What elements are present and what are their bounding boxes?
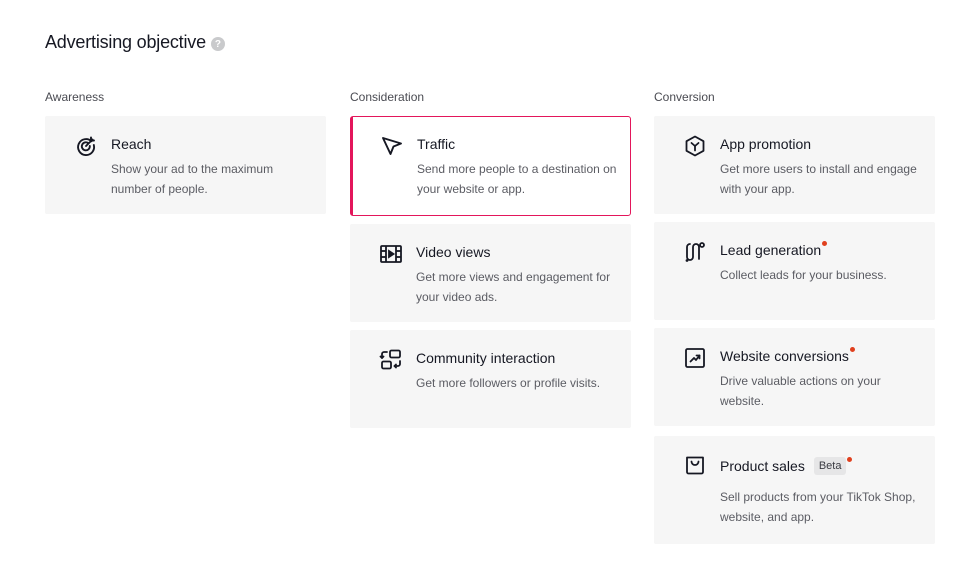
new-indicator-dot: [822, 240, 828, 246]
objective-card-website-conversions[interactable]: Website conversions Drive valuable actio…: [654, 328, 935, 426]
lead-path-icon: [683, 240, 707, 264]
card-description: Get more users to install and engage wit…: [720, 162, 917, 196]
card-title: Product sales Beta: [720, 456, 853, 475]
objective-card-lead-generation[interactable]: Lead generation Collect leads for your b…: [654, 222, 935, 320]
card-description: Show your ad to the maximum number of pe…: [111, 162, 274, 196]
card-title: Lead generation: [720, 240, 828, 258]
video-film-icon: [379, 242, 403, 266]
new-indicator-dot: [849, 346, 855, 352]
card-title: Reach: [111, 136, 152, 152]
card-description: Get more followers or profile visits.: [416, 376, 601, 390]
card-description: Drive valuable actions on your website.: [720, 374, 881, 408]
card-title: Video views: [416, 244, 491, 260]
conversion-column: Conversion App promotion Get more users …: [654, 90, 935, 544]
shopping-bag-icon: [683, 453, 707, 477]
column-heading-consideration: Consideration: [350, 90, 425, 104]
consideration-column: Consideration Traffic Send more people t…: [350, 90, 631, 428]
card-title: Website conversions: [720, 346, 855, 364]
card-description: Get more views and engagement for your v…: [416, 270, 611, 304]
trend-chart-icon: [683, 346, 707, 370]
target-icon: [74, 134, 98, 158]
page-title: Advertising objective: [45, 32, 206, 52]
new-indicator-dot: [847, 456, 853, 462]
card-title: App promotion: [720, 136, 812, 152]
card-description: Sell products from your TikTok Shop, web…: [720, 490, 916, 524]
help-icon[interactable]: ?: [210, 37, 225, 51]
card-description: Send more people to a destination on you…: [417, 162, 617, 196]
beta-badge: Beta: [813, 457, 847, 475]
objective-card-reach[interactable]: Reach Show your ad to the maximum number…: [45, 116, 326, 214]
column-heading-conversion: Conversion: [654, 90, 715, 104]
objective-card-video-views[interactable]: Video views Get more views and engagemen…: [350, 224, 631, 322]
card-title: Traffic: [417, 136, 456, 152]
card-description: Collect leads for your business.: [720, 268, 887, 282]
awareness-column: Awareness Reach Show your ad to the maxi…: [45, 90, 326, 214]
objective-card-app-promotion[interactable]: App promotion Get more users to install …: [654, 116, 935, 214]
card-title: Community interaction: [416, 350, 556, 366]
objective-card-product-sales[interactable]: Product sales Beta Sell products from yo…: [654, 436, 935, 544]
app-cube-icon: [683, 134, 707, 158]
objective-card-community-interaction[interactable]: Community interaction Get more followers…: [350, 330, 631, 428]
column-heading-awareness: Awareness: [45, 90, 105, 104]
community-swap-icon: [379, 348, 403, 372]
section-header: Advertising objective ?: [45, 32, 225, 53]
cursor-arrow-icon: [380, 134, 404, 158]
objective-card-traffic[interactable]: Traffic Send more people to a destinatio…: [350, 116, 631, 216]
advertising-objective-page: Advertising objective ? Awareness Reach …: [0, 0, 954, 566]
